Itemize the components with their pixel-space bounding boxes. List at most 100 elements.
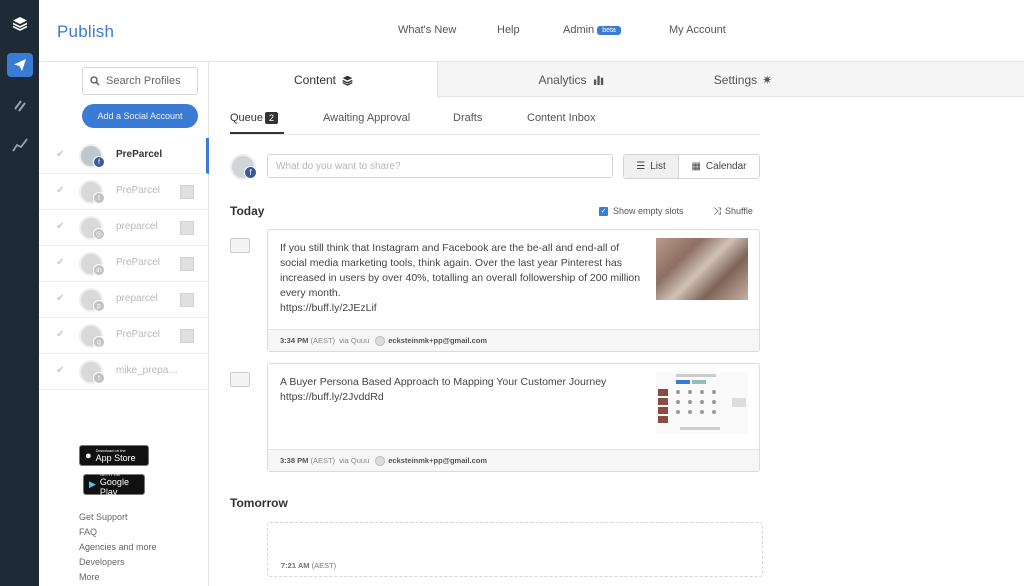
profile-thumbnail [180, 293, 194, 307]
gear-icon: ✷ [762, 72, 773, 87]
checkbox-icon: ✓ [599, 206, 608, 216]
profile-item[interactable]: ✔ ◎ preparcel [39, 210, 209, 246]
subtab-divider [230, 134, 760, 135]
profile-name: preparcel [116, 293, 158, 304]
day-heading-tomorrow: Tomorrow [230, 496, 288, 510]
day-heading-today: Today [230, 204, 265, 218]
twitter-icon: t [93, 192, 105, 204]
calendar-icon: ▦ [691, 161, 701, 172]
google-play-badge[interactable]: ▶ GET IT ON Google Play [83, 472, 145, 497]
subtab-drafts[interactable]: Drafts [453, 112, 482, 124]
get-support-link[interactable]: Get Support [79, 512, 128, 522]
publish-paper-plane-icon[interactable] [0, 47, 39, 83]
subtab-queue-label: Queue [230, 112, 264, 124]
post-card[interactable]: A Buyer Persona Based Approach to Mappin… [267, 363, 760, 472]
list-view-button[interactable]: ☰ List [624, 155, 679, 178]
bar-chart-icon [593, 75, 603, 85]
search-icon [90, 76, 100, 86]
share-composer-input[interactable]: What do you want to share? [267, 154, 613, 178]
calendar-view-button[interactable]: ▦ Calendar [679, 155, 759, 178]
profile-name: preparcel [116, 221, 158, 232]
profile-item[interactable]: ✔ f PreParcel [39, 138, 209, 174]
add-social-account-button[interactable]: Add a Social Account [82, 104, 198, 128]
post-via: via Quuu [339, 336, 370, 345]
top-bar: Publish What's New Help Admin beta My Acc… [39, 0, 1024, 62]
shuffle-button[interactable]: ⤨ Shuffle [713, 206, 753, 217]
image-placeholder-icon [230, 238, 250, 253]
main-tabs: Content Analytics Settings ✷ [210, 62, 1024, 98]
more-link[interactable]: More [79, 572, 100, 582]
main-content: Content Analytics Settings ✷ Queue 2 Awai… [210, 62, 1024, 586]
google-play-icon: ▶ [89, 479, 96, 489]
google-plus-icon: g [93, 336, 105, 348]
check-icon: ✔ [56, 221, 65, 232]
slot-timezone: (AEST) [311, 561, 337, 570]
profile-name: mike_prepa… [116, 365, 179, 376]
image-placeholder-icon [230, 372, 250, 387]
layers-icon [342, 75, 353, 86]
user-avatar-icon [375, 455, 386, 466]
view-toggle: ☰ List ▦ Calendar [623, 154, 760, 179]
post-timezone: (AEST) [310, 456, 336, 465]
faq-link[interactable]: FAQ [79, 527, 97, 537]
app-store-line2: App Store [95, 453, 136, 463]
post-text: A Buyer Persona Based Approach to Mappin… [280, 376, 607, 388]
twitter-icon: t [93, 372, 105, 384]
tab-analytics-label: Analytics [538, 72, 587, 87]
profile-thumbnail [180, 221, 194, 235]
profile-item[interactable]: ✔ t PreParcel [39, 174, 209, 210]
beta-badge: beta [597, 25, 621, 35]
instagram-icon: ◎ [93, 228, 105, 240]
tab-settings[interactable]: Settings ✷ [653, 62, 833, 97]
subtab-awaiting-approval[interactable]: Awaiting Approval [323, 112, 410, 124]
help-link[interactable]: Help [497, 24, 520, 36]
profile-thumbnail [180, 257, 194, 271]
profile-name: PreParcel [116, 149, 163, 160]
show-empty-slots-checkbox[interactable]: ✓ Show empty slots [599, 206, 684, 216]
post-text: If you still think that Instagram and Fa… [280, 242, 641, 299]
nav-rail [0, 0, 39, 586]
post-link[interactable]: https://buff.ly/2JEzLif [280, 301, 644, 316]
show-empty-slots-label: Show empty slots [613, 206, 684, 216]
developers-link[interactable]: Developers [79, 557, 125, 567]
subtab-content-inbox[interactable]: Content Inbox [527, 112, 596, 124]
analyze-chart-icon[interactable] [0, 127, 39, 163]
check-icon: ✔ [56, 329, 65, 340]
slot-time: 7:21 AM [281, 561, 310, 570]
whats-new-link[interactable]: What's New [398, 24, 456, 36]
post-link[interactable]: https://buff.ly/2JvddRd [280, 390, 644, 405]
profile-name: PreParcel [116, 185, 160, 196]
post-thumbnail [656, 372, 748, 434]
profile-item[interactable]: ✔ t mike_prepa… [39, 354, 209, 390]
post-card[interactable]: If you still think that Instagram and Fa… [267, 229, 760, 352]
reply-icon[interactable] [0, 88, 39, 124]
app-store-badge[interactable]: ● Download on the App Store [79, 445, 149, 466]
tab-content[interactable]: Content [210, 62, 438, 98]
empty-time-slot[interactable]: 7:21 AM (AEST) [267, 522, 763, 577]
post-thumbnail [656, 238, 748, 300]
profile-thumbnail [180, 185, 194, 199]
post-timezone: (AEST) [310, 336, 336, 345]
buffer-logo-icon[interactable] [0, 6, 39, 42]
subtab-active-underline [230, 132, 284, 134]
check-icon: ✔ [56, 257, 65, 268]
post-via: via Quuu [339, 456, 370, 465]
list-icon: ☰ [636, 161, 646, 172]
my-account-link[interactable]: My Account [669, 24, 726, 36]
admin-link[interactable]: Admin beta [563, 24, 621, 36]
search-profiles-input[interactable]: Search Profiles [82, 67, 198, 95]
subtab-queue[interactable]: Queue 2 [230, 112, 279, 124]
check-icon: ✔ [56, 149, 65, 160]
post-time: 3:38 PM [280, 456, 309, 465]
profile-item[interactable]: ✔ g PreParcel [39, 318, 209, 354]
check-icon: ✔ [56, 293, 65, 304]
profile-item[interactable]: ✔ in PreParcel [39, 246, 209, 282]
profile-item[interactable]: ✔ p preparcel [39, 282, 209, 318]
profile-thumbnail [180, 329, 194, 343]
post-author-email: ecksteinmk+pp@gmail.com [388, 456, 488, 465]
user-avatar-icon [375, 335, 386, 346]
google-play-line2: Google Play [99, 477, 129, 497]
list-view-label: List [650, 161, 666, 172]
agencies-link[interactable]: Agencies and more [79, 542, 157, 552]
apple-icon: ● [85, 449, 92, 462]
